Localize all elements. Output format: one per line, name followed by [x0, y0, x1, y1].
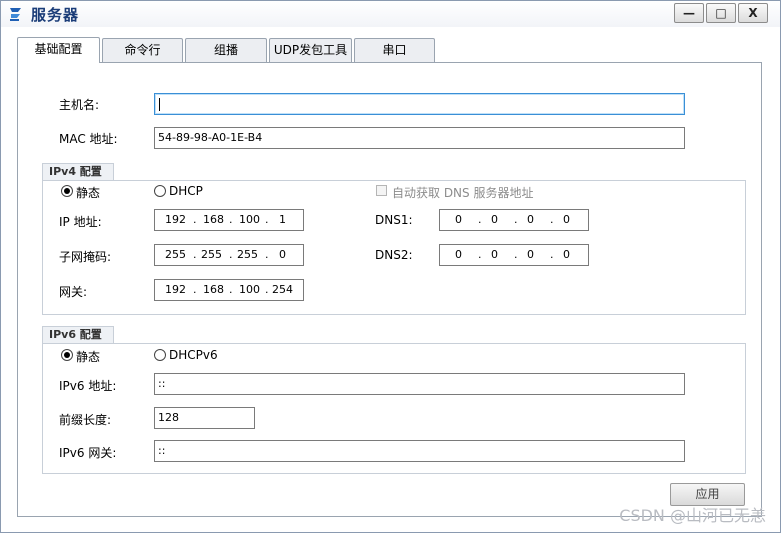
- dns2-field[interactable]: 0 . 0 . 0 . 0: [439, 244, 589, 266]
- ipv6-dhcpv6-radio[interactable]: [154, 349, 166, 361]
- server-config-window: 服务器 — □ X 基础配置 命令行 组播 UDP发包工具 串口 主机名: MA…: [0, 0, 781, 533]
- ip-dot: .: [478, 248, 482, 261]
- subnet-mask-field[interactable]: 255 . 255 . 255 . 0: [154, 244, 304, 266]
- mask-octet-4: 0: [279, 248, 286, 261]
- gateway-field[interactable]: 192 . 168 . 100 . 254: [154, 279, 304, 301]
- dns1-octet-1: 0: [455, 213, 462, 226]
- ip-dot: .: [229, 248, 233, 261]
- ipv6-gateway-label: IPv6 网关:: [59, 446, 117, 460]
- ip-octet-2: 168: [203, 213, 224, 226]
- gateway-octet-3: 100: [239, 283, 260, 296]
- ip-dot: .: [229, 283, 233, 296]
- ip-dot: .: [550, 213, 554, 226]
- tab-command-line[interactable]: 命令行: [102, 38, 183, 62]
- ipv4-static-label: 静态: [76, 186, 101, 200]
- ipv6-group-title: IPv6 配置: [42, 326, 114, 344]
- hostname-label: 主机名:: [59, 98, 100, 112]
- gateway-octet-1: 192: [165, 283, 186, 296]
- dns1-octet-4: 0: [563, 213, 570, 226]
- ip-dot: .: [229, 213, 233, 226]
- ip-dot: .: [514, 213, 518, 226]
- ip-dot: .: [265, 248, 269, 261]
- ip-dot: .: [193, 213, 197, 226]
- ipv4-dhcp-label: DHCP: [169, 184, 203, 198]
- ip-dot: .: [265, 213, 269, 226]
- dns2-label: DNS2:: [375, 248, 413, 262]
- close-button[interactable]: X: [738, 3, 768, 23]
- ipv4-group-title: IPv4 配置: [42, 163, 114, 181]
- prefix-length-label: 前缀长度:: [59, 413, 112, 427]
- ip-dot: .: [550, 248, 554, 261]
- ipv6-address-field[interactable]: ::: [154, 373, 685, 395]
- ip-octet-4: 1: [279, 213, 286, 226]
- dns1-octet-3: 0: [527, 213, 534, 226]
- dns1-octet-2: 0: [491, 213, 498, 226]
- gateway-label: 网关:: [59, 285, 88, 299]
- maximize-button[interactable]: □: [706, 3, 736, 23]
- ipv4-dhcp-radio[interactable]: [154, 185, 166, 197]
- auto-dns-label: 自动获取 DNS 服务器地址: [392, 186, 534, 200]
- ipv6-gateway-field[interactable]: ::: [154, 440, 685, 462]
- mac-address-label: MAC 地址:: [59, 132, 118, 146]
- app-logo-icon: [10, 8, 21, 21]
- subnet-mask-label: 子网掩码:: [59, 250, 112, 264]
- window-title: 服务器: [31, 6, 80, 24]
- minimize-button[interactable]: —: [674, 3, 704, 23]
- tab-udp-tool[interactable]: UDP发包工具: [269, 38, 352, 62]
- dns1-label: DNS1:: [375, 213, 413, 227]
- mask-octet-1: 255: [165, 248, 186, 261]
- prefix-length-field[interactable]: 128: [154, 407, 255, 429]
- text-caret: [159, 97, 160, 111]
- tab-multicast[interactable]: 组播: [185, 38, 267, 62]
- mask-octet-2: 255: [201, 248, 222, 261]
- gateway-octet-2: 168: [203, 283, 224, 296]
- basic-config-panel: 主机名: MAC 地址: 54-89-98-A0-1E-B4 IPv4 配置 静…: [17, 62, 762, 517]
- ipv6-dhcpv6-label: DHCPv6: [169, 348, 218, 362]
- gateway-octet-4: 254: [272, 283, 293, 296]
- dns2-octet-2: 0: [491, 248, 498, 261]
- ipv6-static-label: 静态: [76, 350, 101, 364]
- tab-basic-config[interactable]: 基础配置: [17, 37, 100, 63]
- title-bar[interactable]: 服务器 — □ X: [1, 1, 780, 27]
- ip-octet-1: 192: [165, 213, 186, 226]
- ip-dot: .: [514, 248, 518, 261]
- hostname-input[interactable]: [154, 93, 685, 115]
- ip-dot: .: [193, 283, 197, 296]
- ipv4-static-radio[interactable]: [61, 185, 73, 197]
- window-client-area: 基础配置 命令行 组播 UDP发包工具 串口 主机名: MAC 地址: 54-8…: [1, 28, 780, 532]
- ip-address-field[interactable]: 192 . 168 . 100 . 1: [154, 209, 304, 231]
- ipv6-static-radio[interactable]: [61, 349, 73, 361]
- mac-address-field[interactable]: 54-89-98-A0-1E-B4: [154, 127, 685, 149]
- dns1-field[interactable]: 0 . 0 . 0 . 0: [439, 209, 589, 231]
- dns2-octet-4: 0: [563, 248, 570, 261]
- ip-address-label: IP 地址:: [59, 215, 102, 229]
- dns2-octet-1: 0: [455, 248, 462, 261]
- ip-dot: .: [265, 283, 269, 296]
- ip-dot: .: [478, 213, 482, 226]
- dns2-octet-3: 0: [527, 248, 534, 261]
- watermark-text: CSDN @山河已无恙: [619, 506, 766, 525]
- mask-octet-3: 255: [237, 248, 258, 261]
- ip-dot: .: [193, 248, 197, 261]
- ip-octet-3: 100: [239, 213, 260, 226]
- auto-dns-checkbox[interactable]: [376, 185, 387, 196]
- ipv6-address-label: IPv6 地址:: [59, 379, 117, 393]
- tab-serial-port[interactable]: 串口: [354, 38, 435, 62]
